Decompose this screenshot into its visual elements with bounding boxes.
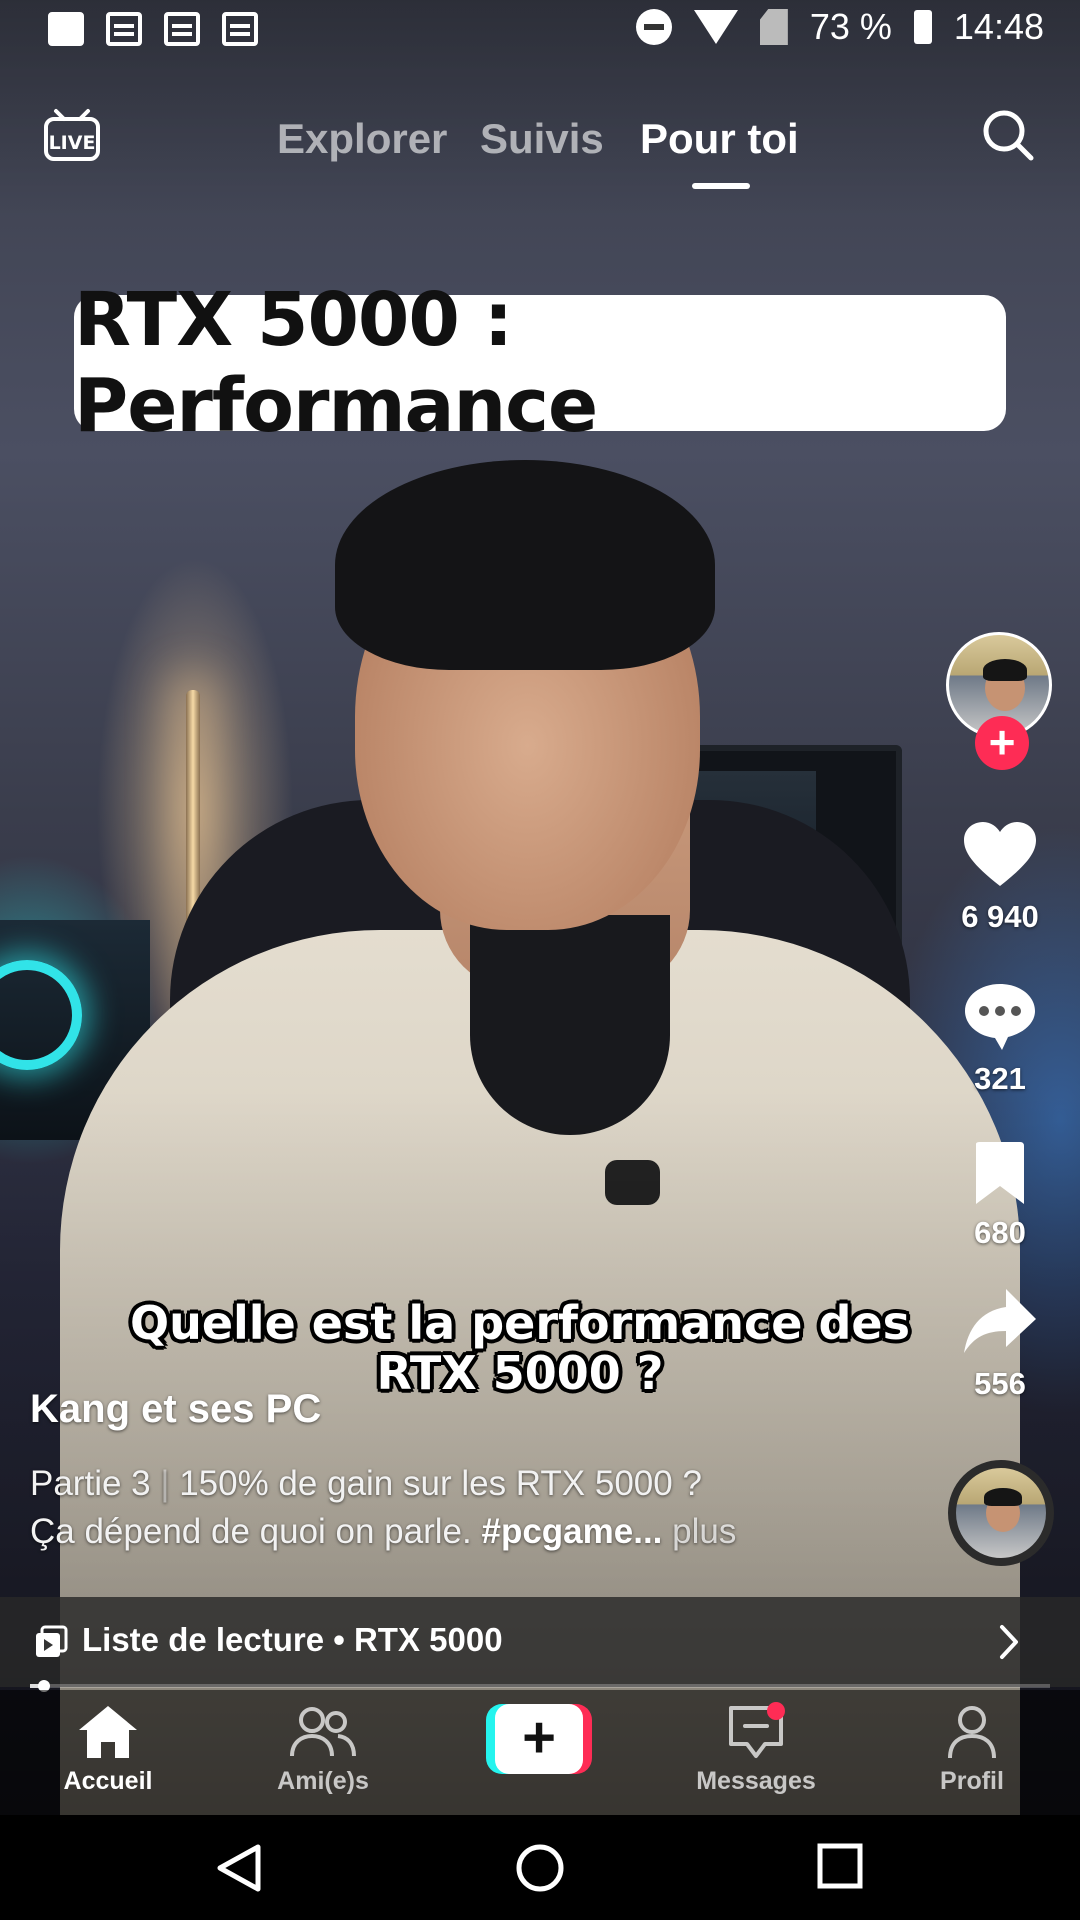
bookmark-icon xyxy=(976,1142,1024,1204)
caption-line-1: Quelle est la performance des xyxy=(129,1296,911,1350)
news-icon xyxy=(164,12,200,46)
tiktok-feed-screen: RTX 5000 : Performance Quelle est la per… xyxy=(0,0,1080,1920)
description-separator: | xyxy=(160,1464,170,1503)
news-icon xyxy=(106,12,142,46)
live-icon[interactable]: LIVE xyxy=(42,105,102,165)
recents-icon[interactable] xyxy=(817,1843,863,1889)
no-sim-icon xyxy=(759,9,788,45)
home-icon xyxy=(79,1706,137,1758)
do-not-disturb-icon xyxy=(635,9,672,45)
gallery-icon xyxy=(48,12,84,46)
follow-button[interactable]: + xyxy=(975,716,1029,770)
video-caption: Quelle est la performance des RTX 5000 ? xyxy=(120,1298,920,1398)
status-bar: 73 % 14:48 xyxy=(0,0,1080,62)
description-text-2: Ça dépend de quoi on parle. xyxy=(30,1512,472,1551)
live-icon-label: LIVE xyxy=(49,132,96,154)
bottom-nav: Accueil Ami(e)s + Messages Profil xyxy=(0,1690,1080,1815)
nav-home[interactable]: Accueil xyxy=(33,1704,183,1796)
notification-icons xyxy=(48,12,258,46)
nav-friends[interactable]: Ami(e)s xyxy=(248,1704,398,1796)
notification-dot xyxy=(767,1702,785,1720)
profile-icon xyxy=(948,1706,996,1759)
search-icon[interactable] xyxy=(980,107,1036,163)
share-count: 556 xyxy=(974,1366,1026,1401)
video-progress-bar[interactable] xyxy=(30,1680,1050,1692)
video-title-card: RTX 5000 : Performance xyxy=(74,277,1006,449)
system-indicators: 73 % 14:48 xyxy=(635,6,1044,48)
music-disc[interactable] xyxy=(948,1460,1054,1566)
chevron-right-icon xyxy=(1000,1625,1018,1659)
friends-icon xyxy=(290,1707,356,1757)
home-circle-icon[interactable] xyxy=(515,1843,565,1893)
save-count: 680 xyxy=(974,1215,1026,1250)
clock: 14:48 xyxy=(953,6,1044,47)
playlist-bar[interactable]: Liste de lecture • RTX 5000 xyxy=(0,1597,1080,1687)
avatar-hair xyxy=(983,659,1027,681)
active-tab-indicator xyxy=(692,183,750,189)
battery-percent: 73 % xyxy=(809,6,892,47)
back-icon[interactable] xyxy=(214,1843,264,1893)
nav-messages[interactable]: Messages xyxy=(681,1702,831,1796)
nav-home-label: Accueil xyxy=(63,1767,153,1795)
nav-profile-label: Profil xyxy=(940,1767,1004,1795)
save-button[interactable]: 680 xyxy=(940,1140,1060,1251)
hashtag-link[interactable]: #pcgame... xyxy=(481,1512,662,1551)
comment-icon xyxy=(965,984,1035,1050)
description-text-1: 150% de gain sur les RTX 5000 ? xyxy=(179,1464,702,1503)
battery-icon xyxy=(913,10,932,44)
share-button[interactable]: 556 xyxy=(940,1285,1060,1402)
video-title-text: RTX 5000 : Performance xyxy=(74,277,598,449)
description-line-1: Partie 3 | 150% de gain sur les RTX 5000… xyxy=(30,1460,850,1508)
share-icon xyxy=(964,1289,1036,1353)
description-part: Partie 3 xyxy=(30,1464,151,1503)
comment-button[interactable]: 321 xyxy=(940,980,1060,1097)
heart-icon xyxy=(964,822,1036,886)
android-nav-bar xyxy=(0,1815,1080,1920)
video-description[interactable]: Partie 3 | 150% de gain sur les RTX 5000… xyxy=(30,1460,850,1556)
create-button[interactable]: + xyxy=(486,1704,592,1774)
wifi-icon xyxy=(693,10,738,44)
playlist-label: Liste de lecture • RTX 5000 xyxy=(82,1621,503,1658)
tab-pour-toi[interactable]: Pour toi xyxy=(640,115,799,163)
nav-friends-label: Ami(e)s xyxy=(277,1767,369,1795)
playlist-icon xyxy=(36,1625,68,1657)
top-nav: LIVE Explorer Suivis Pour toi xyxy=(0,95,1080,195)
description-line-2: Ça dépend de quoi on parle. #pcgame... p… xyxy=(30,1508,850,1556)
author-name[interactable]: Kang et ses PC xyxy=(30,1387,321,1432)
nav-profile[interactable]: Profil xyxy=(897,1704,1047,1796)
news-icon xyxy=(222,12,258,46)
like-count: 6 940 xyxy=(961,899,1039,934)
more-link[interactable]: plus xyxy=(672,1512,736,1551)
tab-explorer[interactable]: Explorer xyxy=(277,115,447,163)
nav-messages-label: Messages xyxy=(696,1767,816,1795)
tab-suivis[interactable]: Suivis xyxy=(480,115,604,163)
comment-count: 321 xyxy=(974,1061,1026,1096)
plus-icon: + xyxy=(495,1704,583,1774)
like-button[interactable]: 6 940 xyxy=(940,820,1060,935)
disc-hair xyxy=(984,1488,1022,1506)
